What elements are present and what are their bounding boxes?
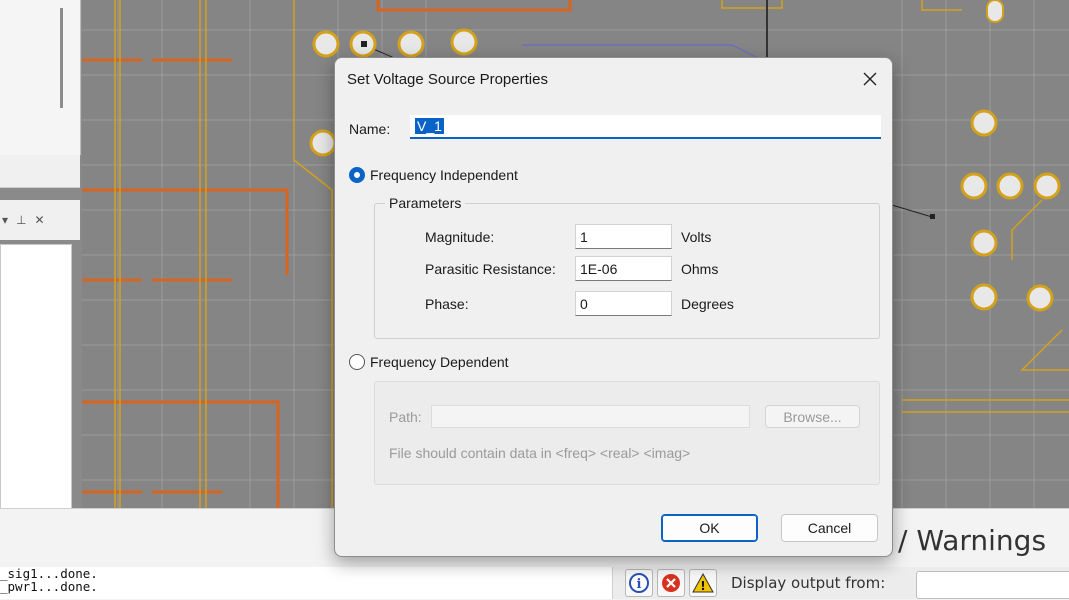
- name-input-value: V_1: [415, 118, 444, 134]
- dialog-title: Set Voltage Source Properties: [347, 71, 548, 88]
- display-output-label: Display output from:: [731, 574, 886, 592]
- cancel-button[interactable]: Cancel: [781, 514, 878, 542]
- log-line: _pwr1...done.: [0, 579, 98, 594]
- error-icon: [662, 574, 680, 592]
- phase-input[interactable]: 0: [575, 291, 672, 316]
- left-panel-controls: ▾ ⊥ ✕: [0, 200, 80, 240]
- dropdown-arrow-icon[interactable]: ▾: [2, 213, 8, 227]
- ok-button[interactable]: OK: [661, 514, 758, 542]
- resistance-input[interactable]: 1E-06: [575, 256, 672, 281]
- path-label: Path:: [389, 409, 422, 425]
- left-panel-top: [0, 0, 81, 155]
- output-toolbar: i ! Display output from:: [612, 567, 1069, 599]
- phase-unit: Degrees: [681, 296, 734, 312]
- radio-selected-icon: [349, 167, 365, 183]
- magnitude-input[interactable]: 1: [575, 224, 672, 249]
- svg-text:i: i: [637, 577, 642, 592]
- left-panel-scrollbar[interactable]: [60, 8, 63, 108]
- svg-text:!: !: [700, 579, 705, 593]
- close-panel-icon[interactable]: ✕: [34, 213, 44, 227]
- warning-filter-button[interactable]: !: [689, 569, 717, 597]
- resistance-unit: Ohms: [681, 261, 719, 277]
- close-icon: [863, 72, 877, 86]
- browse-button[interactable]: Browse...: [765, 405, 860, 428]
- dialog-close-button[interactable]: [855, 66, 885, 92]
- display-output-select[interactable]: [916, 571, 1069, 599]
- name-label: Name:: [349, 121, 391, 137]
- error-filter-button[interactable]: [657, 569, 685, 597]
- freq-dependent-group: [374, 381, 880, 485]
- freq-dependent-radio[interactable]: Frequency Dependent: [349, 354, 509, 370]
- output-log: _sig1...done. _pwr1...done.: [0, 567, 612, 599]
- phase-label: Phase:: [425, 296, 469, 312]
- magnitude-unit: Volts: [681, 229, 712, 245]
- left-tab-strip: [0, 155, 80, 188]
- freq-independent-radio[interactable]: Frequency Independent: [349, 167, 518, 183]
- warnings-panel-title: / Warnings: [898, 524, 1047, 557]
- freq-dependent-label: Frequency Dependent: [370, 354, 509, 370]
- voltage-source-dialog: Set Voltage Source Properties Name: V_1 …: [334, 57, 893, 557]
- left-panel-body: [0, 244, 72, 509]
- info-filter-button[interactable]: i: [625, 569, 653, 597]
- parameters-legend: Parameters: [385, 195, 466, 211]
- name-input[interactable]: V_1: [410, 115, 881, 139]
- magnitude-label: Magnitude:: [425, 229, 495, 245]
- file-format-hint: File should contain data in <freq> <real…: [389, 445, 691, 461]
- warning-icon: !: [692, 573, 714, 593]
- path-input[interactable]: [431, 405, 750, 428]
- info-icon: i: [629, 573, 649, 593]
- pin-icon[interactable]: ⊥: [16, 213, 26, 227]
- radio-unselected-icon: [349, 354, 365, 370]
- resistance-label: Parasitic Resistance:: [425, 261, 556, 277]
- freq-independent-label: Frequency Independent: [370, 167, 518, 183]
